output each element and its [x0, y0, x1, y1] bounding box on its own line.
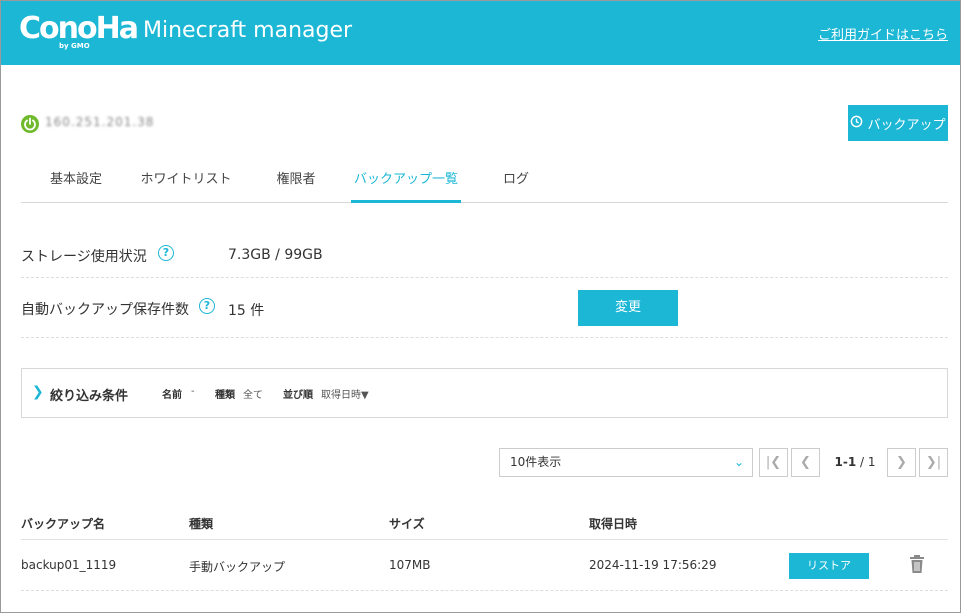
tab-backup-list[interactable]: バックアップ一覧 — [351, 161, 461, 203]
backup-button-label: バックアップ — [867, 117, 946, 133]
filter-name-label: 名前 — [162, 390, 182, 401]
column-header-size: サイズ — [389, 517, 425, 531]
logo-sub: by GMO — [59, 42, 90, 50]
filter-type-label: 種類 — [215, 390, 235, 401]
change-button[interactable]: 変更 — [578, 290, 678, 326]
storage-row: ストレージ使用状況 ? 7.3GB / 99GB — [21, 241, 948, 278]
tab-operators[interactable]: 権限者 — [265, 161, 327, 203]
auto-backup-label: 自動バックアップ保存件数 — [21, 302, 189, 318]
help-icon[interactable]: ? — [158, 245, 174, 261]
column-header-type: 種類 — [189, 517, 214, 531]
divider — [21, 539, 948, 540]
restore-button[interactable]: リストア — [789, 553, 869, 579]
server-row: 160.251.201.38 — [21, 113, 421, 135]
column-header-date: 取得日時 — [589, 517, 638, 531]
filter-type-value: 全て — [243, 390, 263, 401]
chevron-down-icon: ⌄ — [733, 455, 744, 469]
auto-backup-row: 自動バックアップ保存件数 ? 15 件 — [21, 293, 948, 338]
backup-history-icon — [850, 115, 863, 132]
logo-text: ConoHa — [19, 11, 139, 46]
first-page-button[interactable]: |❮ — [759, 448, 788, 477]
guide-link[interactable]: ご利用ガイドはこちら — [818, 24, 948, 43]
backup-name: backup01_1119 — [21, 558, 117, 572]
filter-sort-value: 取得日時▼ — [321, 390, 369, 401]
tab-bar: 基本設定 ホワイトリスト 権限者 バックアップ一覧 ログ — [21, 161, 948, 203]
backup-date: 2024-11-19 17:56:29 — [589, 558, 717, 572]
power-icon — [21, 115, 39, 133]
filter-title: 絞り込み条件 — [50, 389, 129, 404]
storage-label: ストレージ使用状況 — [21, 249, 147, 265]
page-total: / 1 — [860, 455, 876, 469]
server-address: 160.251.201.38 — [45, 115, 155, 129]
last-page-button[interactable]: ❯| — [919, 448, 948, 477]
trash-icon[interactable] — [908, 554, 926, 574]
filter-panel[interactable]: ❯ 絞り込み条件 名前 - 種類 全て 並び順 取得日時▼ — [21, 368, 948, 418]
page-range: 1-1 — [834, 455, 857, 469]
tab-log[interactable]: ログ — [495, 161, 537, 203]
per-page-value: 10件表示 — [510, 455, 562, 469]
filter-name-value: - — [191, 386, 195, 397]
column-header-name: バックアップ名 — [21, 517, 106, 531]
backup-size: 107MB — [389, 558, 431, 572]
help-icon[interactable]: ? — [199, 298, 215, 314]
app-header: ConoHa by GMO Minecraft manager ご利用ガイドはこ… — [1, 1, 960, 65]
chevron-right-icon: ❯ — [32, 384, 44, 400]
conoha-logo[interactable]: ConoHa by GMO — [19, 11, 139, 55]
backup-button[interactable]: バックアップ — [848, 105, 948, 141]
next-page-button[interactable]: ❯ — [887, 448, 916, 477]
per-page-select[interactable]: 10件表示 ⌄ — [499, 448, 753, 477]
app-title: Minecraft manager — [143, 18, 353, 43]
tab-basic-settings[interactable]: 基本設定 — [39, 161, 113, 203]
filter-sort-label: 並び順 — [283, 390, 313, 401]
backup-type: 手動バックアップ — [189, 560, 286, 574]
page-indicator: 1-1 / 1 — [827, 455, 883, 469]
auto-backup-value: 15 件 — [228, 303, 265, 319]
divider — [21, 590, 948, 591]
prev-page-button[interactable]: ❮ — [791, 448, 820, 477]
tab-whitelist[interactable]: ホワイトリスト — [133, 161, 239, 203]
storage-value: 7.3GB / 99GB — [228, 247, 323, 263]
